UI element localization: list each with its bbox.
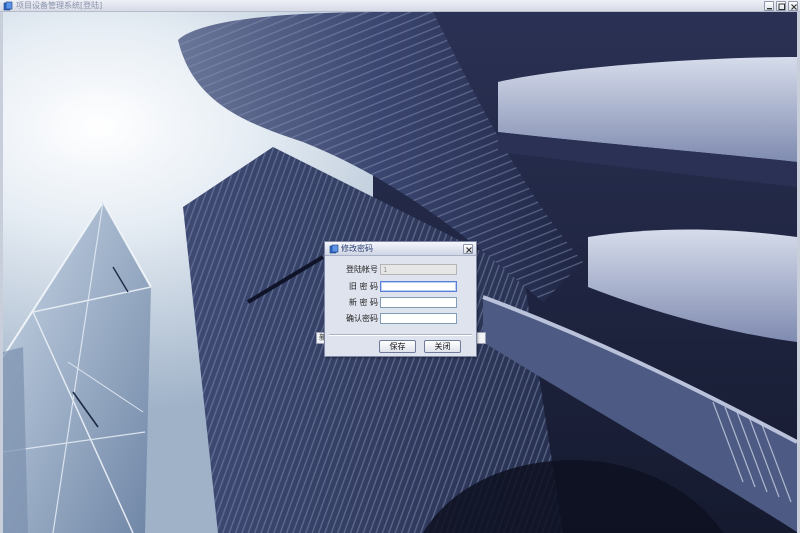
window-title: 项目设备管理系统[登陆] <box>16 1 103 10</box>
old-password-input[interactable] <box>380 281 457 292</box>
dialog-app-icon <box>329 244 339 254</box>
window-titlebar[interactable]: 项目设备管理系统[登陆] <box>0 0 800 12</box>
new-password-input[interactable] <box>380 297 457 308</box>
row-new-password: 新 密 码 <box>325 297 476 309</box>
row-confirm-password: 确认密码 <box>325 313 476 325</box>
window-close-button[interactable] <box>788 1 798 11</box>
dialog-separator <box>329 334 472 336</box>
close-icon <box>466 247 472 253</box>
login-account-label: 登陆帐号 <box>346 265 378 274</box>
change-password-dialog: 修改密码 登陆帐号 旧 密 码 新 密 码 确认密码 保存 关闭 <box>324 241 477 357</box>
app-icon <box>3 1 13 11</box>
minimize-button[interactable] <box>764 1 774 11</box>
dialog-titlebar[interactable]: 修改密码 <box>325 242 476 256</box>
row-old-password: 旧 密 码 <box>325 281 476 293</box>
old-password-label: 旧 密 码 <box>348 282 378 291</box>
confirm-password-label: 确认密码 <box>346 314 378 323</box>
close-button[interactable]: 关闭 <box>424 340 461 353</box>
confirm-password-input[interactable] <box>380 313 457 324</box>
new-password-label: 新 密 码 <box>348 298 378 307</box>
dialog-title: 修改密码 <box>341 244 373 253</box>
row-login-account: 登陆帐号 <box>325 264 476 276</box>
dialog-close-button[interactable] <box>463 244 473 254</box>
login-account-input[interactable] <box>380 264 457 275</box>
maximize-button[interactable] <box>776 1 786 11</box>
save-button[interactable]: 保存 <box>379 340 416 353</box>
